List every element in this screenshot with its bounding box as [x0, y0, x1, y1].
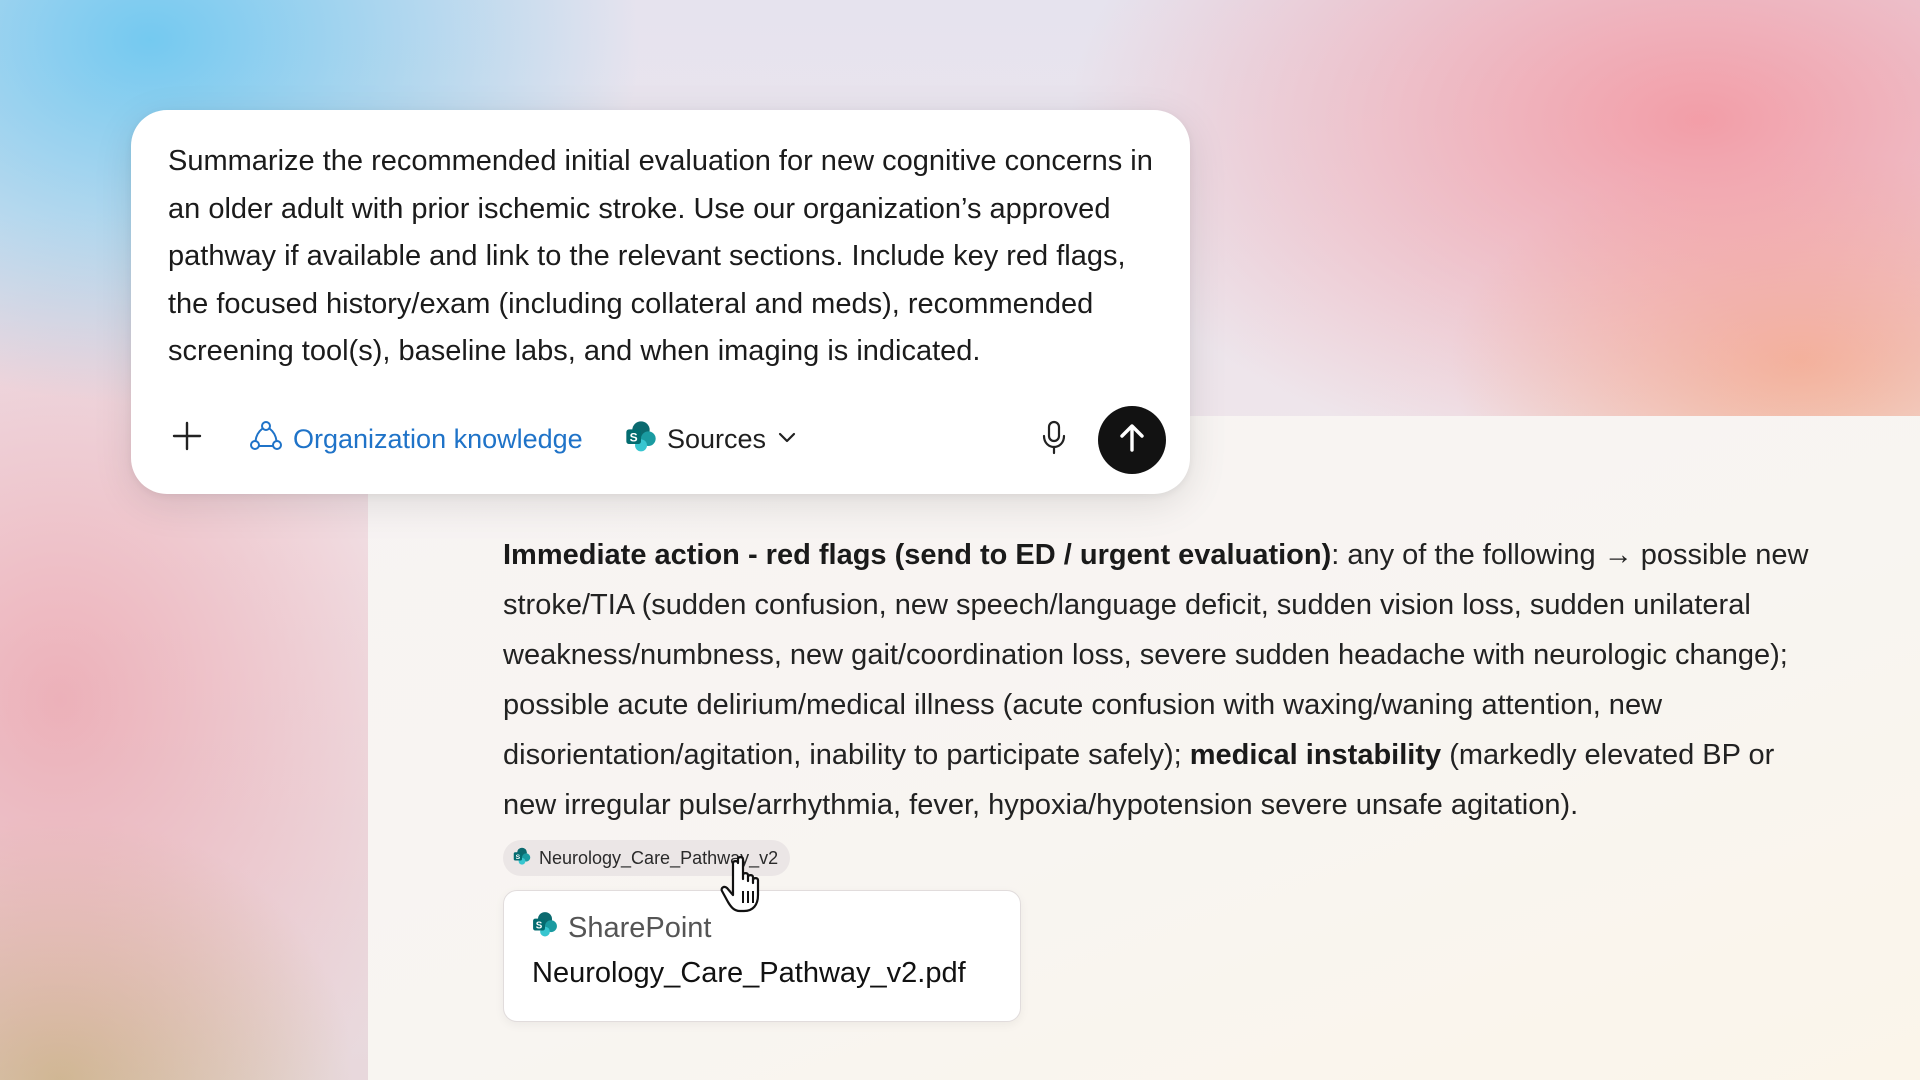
sources-label: Sources	[667, 423, 767, 454]
svg-text:S: S	[536, 920, 543, 931]
sharepoint-icon: S	[532, 911, 558, 945]
prompt-card: Summarize the recommended initial evalua…	[131, 110, 1190, 494]
card-source-row: S SharePoint	[532, 911, 992, 945]
sharepoint-icon: S	[625, 420, 657, 459]
plus-icon	[172, 421, 202, 456]
org-network-icon	[249, 419, 283, 460]
answer-text: Immediate action - red flags (send to ED…	[503, 530, 1823, 830]
microphone-button[interactable]	[1035, 420, 1073, 458]
arrow-up-icon	[1115, 421, 1149, 460]
chevron-down-icon	[776, 424, 798, 455]
card-source-name: SharePoint	[568, 911, 712, 944]
add-button[interactable]	[167, 418, 207, 458]
svg-text:S: S	[516, 854, 521, 861]
microphone-icon	[1039, 419, 1069, 460]
sharepoint-icon: S	[513, 847, 531, 870]
organization-knowledge-label: Organization knowledge	[293, 423, 583, 454]
hand-cursor-icon	[720, 855, 774, 915]
red-flags-text: : any of the following → possible new st…	[503, 539, 1809, 771]
medical-instability-heading: medical instability	[1189, 739, 1442, 771]
svg-text:S: S	[630, 430, 638, 444]
organization-knowledge-button[interactable]: Organization knowledge	[249, 420, 583, 458]
send-button[interactable]	[1098, 406, 1166, 474]
card-filename[interactable]: Neurology_Care_Pathway_v2.pdf	[532, 957, 992, 990]
prompt-input[interactable]: Summarize the recommended initial evalua…	[168, 138, 1153, 376]
sources-dropdown[interactable]: S Sources	[625, 420, 798, 458]
red-flags-heading: Immediate action - red flags (send to ED…	[503, 539, 1332, 571]
